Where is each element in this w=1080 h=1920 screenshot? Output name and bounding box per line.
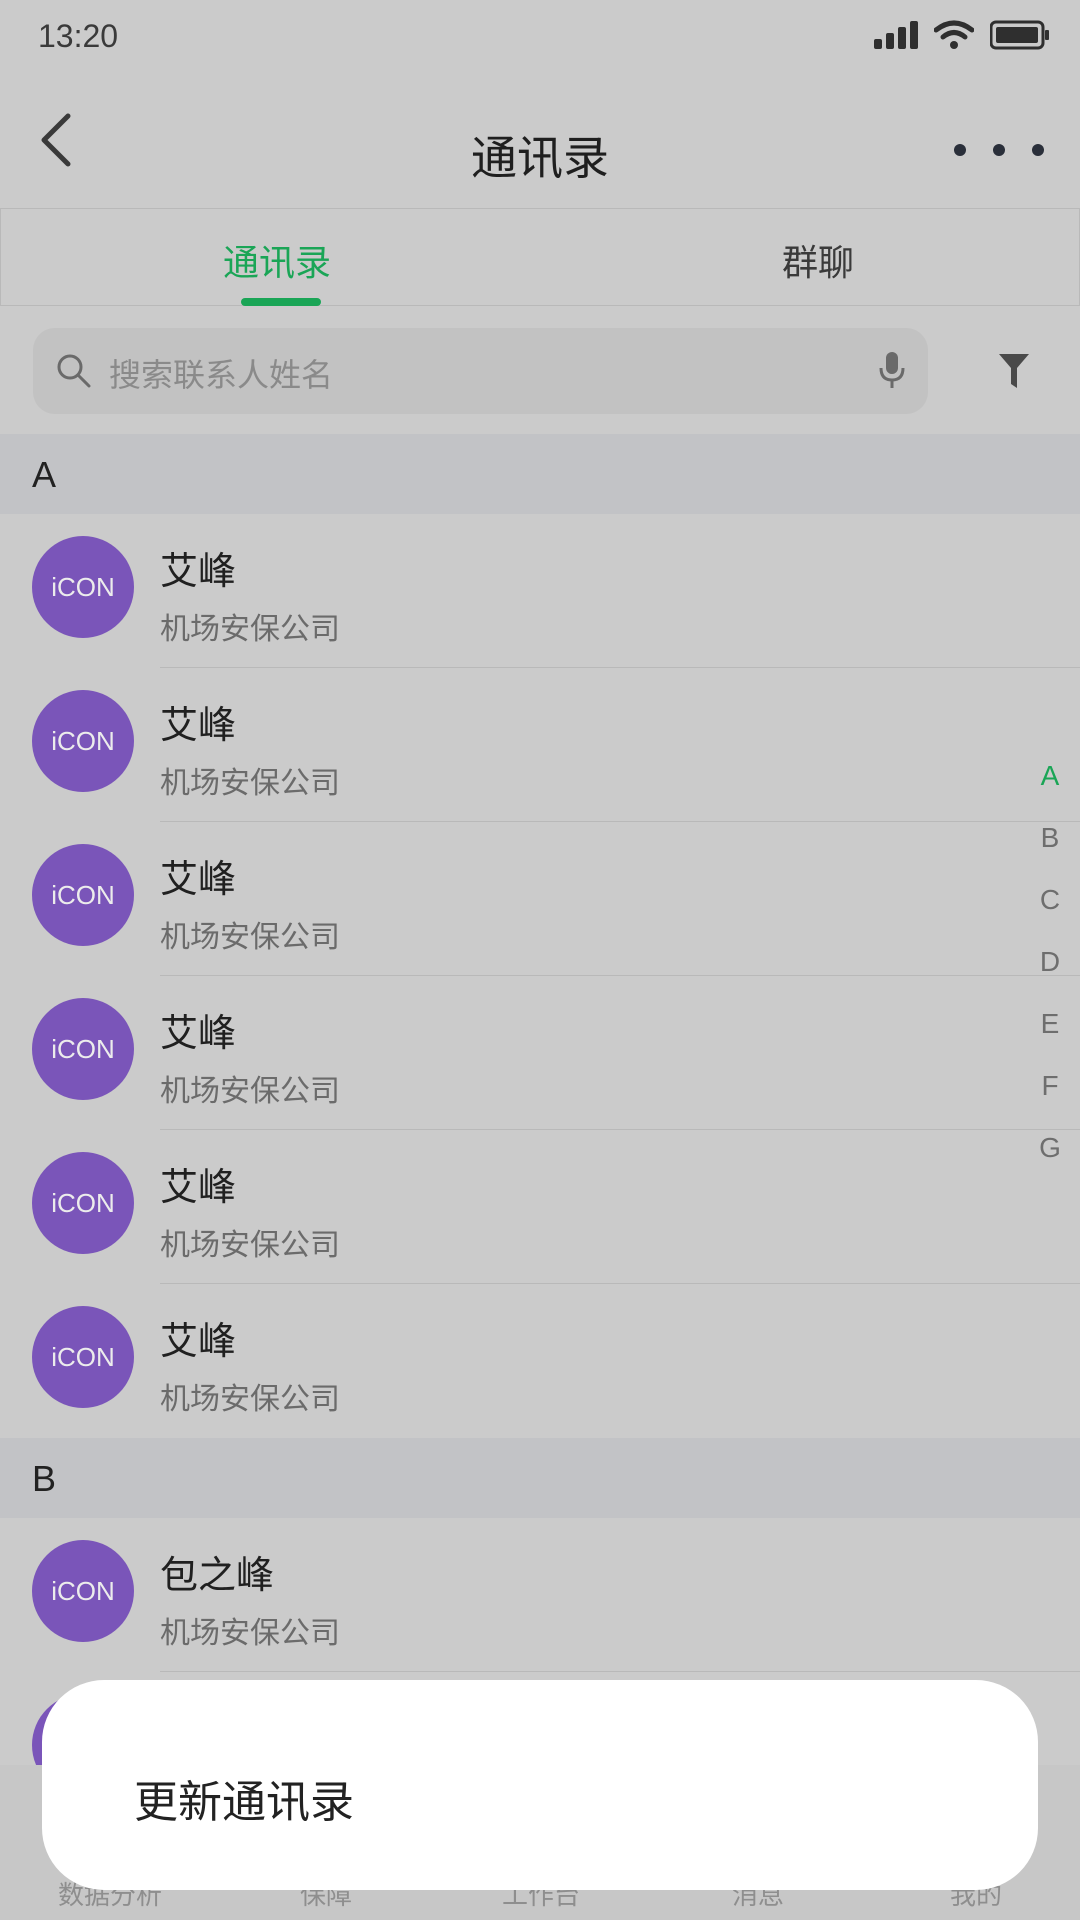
search-placeholder: 搜索联系人姓名 <box>109 356 334 394</box>
filter-icon[interactable] <box>998 352 1030 390</box>
contact-company: 机场安保公司 <box>160 1074 340 1109</box>
contact-row[interactable]: iCON 艾峰 机场安保公司 <box>0 822 1080 976</box>
section-letter: A <box>32 454 57 495</box>
contact-name: 艾峰 <box>160 857 237 901</box>
contact-company: 机场安保公司 <box>160 612 340 647</box>
avatar: iCON <box>32 998 134 1100</box>
avatar: iCON <box>32 690 134 792</box>
contact-name: 艾峰 <box>160 703 237 747</box>
section-header-b: B <box>0 1438 1080 1518</box>
index-letter-d[interactable]: D <box>1030 946 1070 978</box>
section-header-a: A <box>0 434 1080 514</box>
contact-company: 机场安保公司 <box>160 766 340 801</box>
contact-company: 机场安保公司 <box>160 1382 340 1417</box>
index-letter-b[interactable]: B <box>1030 822 1070 854</box>
status-icons <box>874 20 1050 50</box>
status-bar: 13:20 <box>0 0 1080 80</box>
more-dot-icon <box>1032 144 1044 156</box>
contact-name: 艾峰 <box>160 549 237 593</box>
signal-icon <box>874 21 918 49</box>
contact-name: 艾峰 <box>160 1319 237 1363</box>
contact-company: 机场安保公司 <box>160 1228 340 1263</box>
status-time: 13:20 <box>38 18 119 54</box>
contact-row[interactable]: iCON 艾峰 机场安保公司 <box>0 976 1080 1130</box>
avatar: iCON <box>32 1152 134 1254</box>
section-letter: B <box>32 1458 57 1499</box>
more-dot-icon <box>993 144 1005 156</box>
contact-company: 机场安保公司 <box>160 1616 340 1651</box>
more-dot-icon <box>954 144 966 156</box>
update-contacts-option[interactable]: 更新通讯录 <box>134 1766 354 1830</box>
microphone-icon[interactable] <box>878 350 906 390</box>
contact-name: 艾峰 <box>160 1165 237 1209</box>
wifi-icon <box>934 20 974 49</box>
active-tab-indicator <box>241 298 321 306</box>
more-button[interactable] <box>954 130 1044 170</box>
avatar: iCON <box>32 844 134 946</box>
contact-row[interactable]: iCON 艾峰 机场安保公司 <box>0 514 1080 668</box>
search-row: 搜索联系人姓名 <box>0 306 1080 434</box>
nav-bar: 通讯录 <box>0 80 1080 209</box>
tab-contacts[interactable]: 通讯录 <box>223 234 331 286</box>
avatar: iCON <box>32 1306 134 1408</box>
index-letter-e[interactable]: E <box>1030 1008 1070 1040</box>
contact-row[interactable]: iCON 艾峰 机场安保公司 <box>0 668 1080 822</box>
tab-groups[interactable]: 群聊 <box>782 234 854 286</box>
contact-company: 机场安保公司 <box>160 920 340 955</box>
update-popup: 更新通讯录 <box>42 1680 1038 1890</box>
index-letter-a[interactable]: A <box>1030 760 1070 792</box>
search-icon <box>57 354 91 388</box>
contact-name: 包之峰 <box>160 1553 275 1597</box>
avatar: iCON <box>32 1540 134 1642</box>
index-letter-g[interactable]: G <box>1030 1132 1070 1164</box>
contact-row[interactable]: iCON 艾峰 机场安保公司 <box>0 1284 1080 1438</box>
avatar: iCON <box>32 536 134 638</box>
contact-name: 艾峰 <box>160 1011 237 1055</box>
contact-row[interactable]: iCON 艾峰 机场安保公司 <box>0 1130 1080 1284</box>
battery-icon <box>990 20 1049 50</box>
index-letter-f[interactable]: F <box>1030 1070 1070 1102</box>
contact-row[interactable]: iCON 包之峰 机场安保公司 <box>0 1518 1080 1672</box>
index-letter-c[interactable]: C <box>1030 884 1070 916</box>
search-input[interactable]: 搜索联系人姓名 <box>33 328 928 414</box>
tab-bar: 通讯录 群聊 <box>0 208 1080 306</box>
page-title: 通讯录 <box>471 131 609 185</box>
